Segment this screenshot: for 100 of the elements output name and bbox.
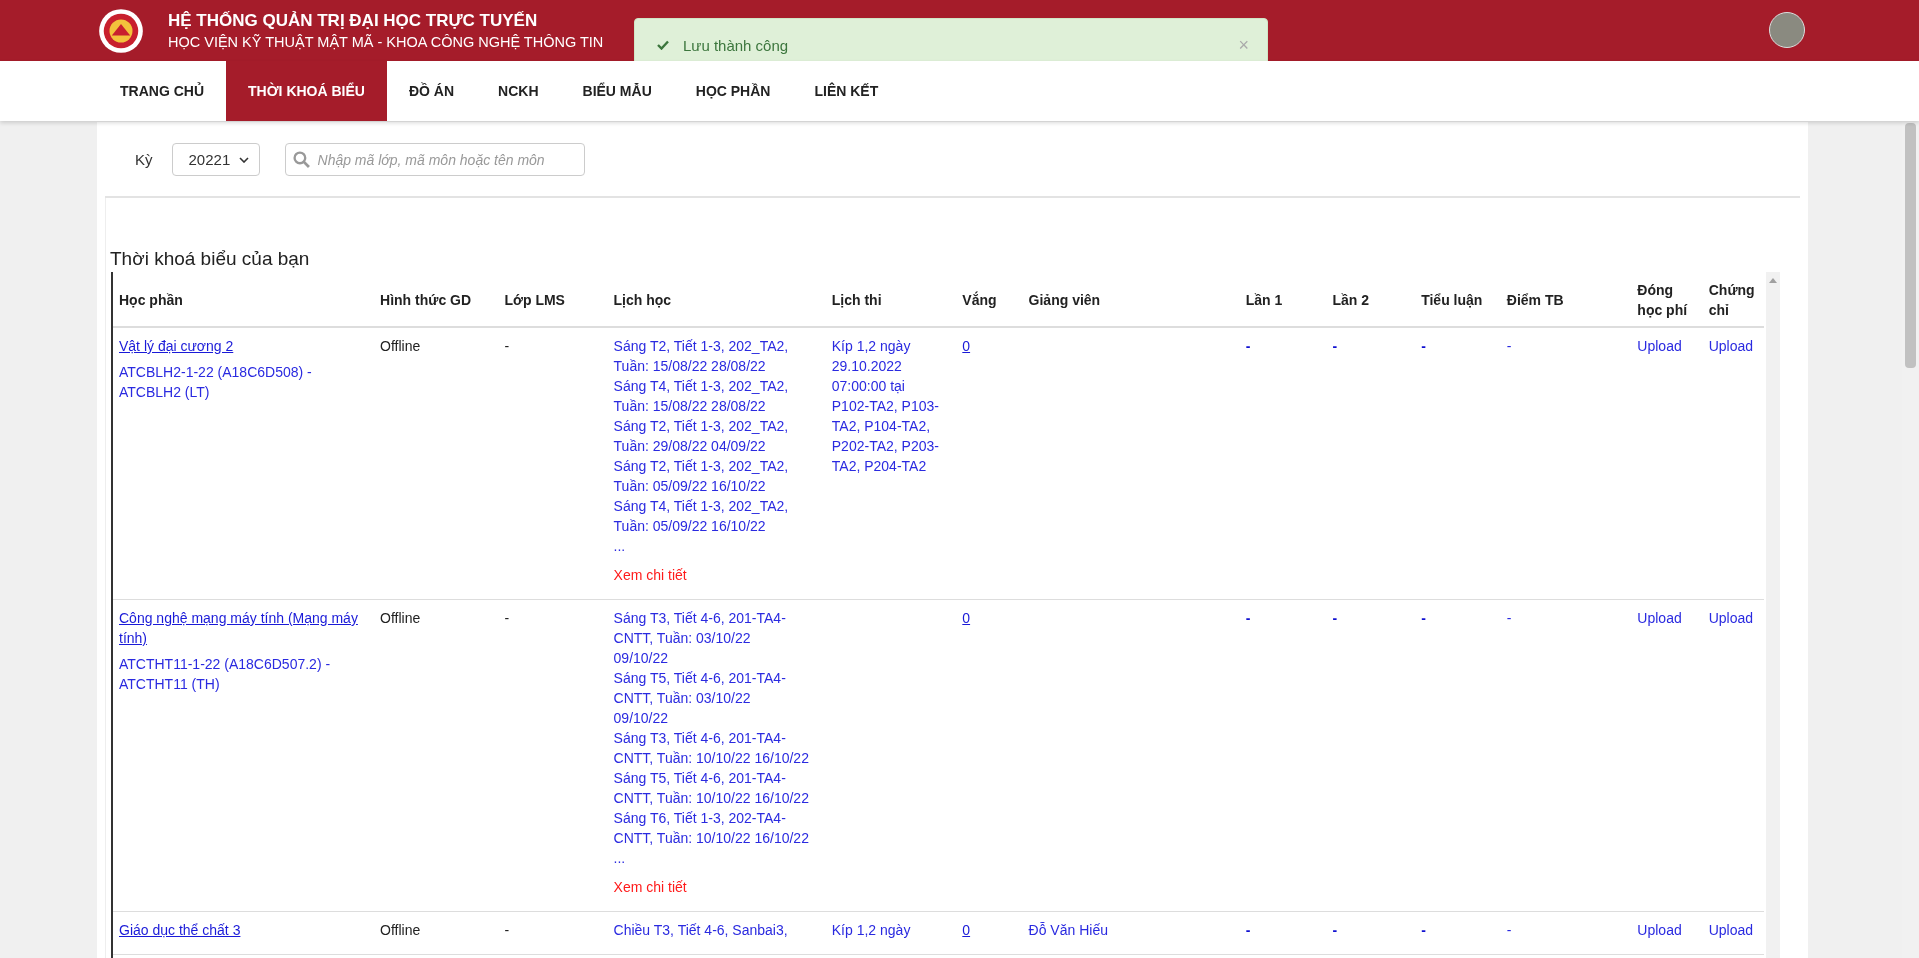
schedule-line: Tuần: 15/08/22 28/08/22 [613,397,767,416]
schedule-line: CNTT, Tuần: 03/10/22 [613,629,752,648]
upload-link[interactable]: Upload [1637,922,1682,938]
schedule-line: 09/10/22 [613,709,670,728]
column-header: Giảng viên [1022,272,1240,327]
score-value: - [1245,338,1251,354]
class-code: ATCBLH2-1-22 (A18C6D508) - ATCBLH2 (LT) [119,363,313,402]
score-value: - [1245,610,1251,626]
teaching-mode: Offline [380,610,421,626]
column-header: Lớp LMS [498,272,608,327]
schedule-line: CNTT, Tuần: 03/10/22 [613,689,752,708]
lecturer-name: Đỗ Văn Hiếu [1028,922,1108,938]
search-field[interactable]: Nhập mã lớp, mã môn hoặc tên môn [284,143,585,176]
column-header: Tiểu luận [1415,272,1501,327]
up-arrow-icon[interactable] [1769,278,1777,283]
more-ellipsis: ... [613,537,627,556]
scrollbar[interactable] [1766,272,1780,958]
site-title: HỆ THỐNG QUẢN TRỊ ĐẠI HỌC TRỰC TUYẾN [168,11,539,31]
column-header: Vắng [956,272,1023,327]
exam-line: TA2, P204-TA2 [831,457,928,476]
upload-link[interactable]: Upload [1637,610,1682,626]
schedule-line: Sáng T3, Tiết 4-6, 201-TA4- [613,609,787,628]
schedule-line: Sáng T6, Tiết 1-3, 202-TA4- [613,809,787,828]
schedule-line: Tuần: 05/09/22 16/10/22 [613,517,767,536]
score-value: - [1332,922,1338,938]
teaching-mode: Offline [380,338,421,354]
column-header: Chứng chỉ [1702,272,1764,327]
schedule-line: Sáng T5, Tiết 4-6, 201-TA4- [613,669,787,688]
more-ellipsis: ... [613,849,627,868]
essay-score: - [1421,338,1426,354]
schedule-line: 09/10/22 [613,649,670,668]
schedule-line: Tuần: 29/08/22 04/09/22 [613,437,767,456]
schedule-line: Chiều T3, Tiết 4-6, Sanbai3, [613,921,789,940]
schedule-line: CNTT, Tuần: 10/10/22 16/10/22 [613,829,810,848]
nav-tab[interactable]: NCKH [476,61,561,121]
nav-tab[interactable]: THỜI KHOÁ BIỂU [226,61,387,121]
exam-line: P102-TA2, P103- [831,397,940,416]
schedule-line: Sáng T2, Tiết 1-3, 202_TA2, [613,337,790,356]
upload-link[interactable]: Upload [1708,610,1754,626]
score-value: - [1332,610,1338,626]
term-label: Kỳ [135,151,153,168]
details-link[interactable]: Xem chi tiết [613,877,687,897]
nav-tab[interactable]: BIỂU MẪU [560,61,674,121]
schedule-line: CNTT, Tuần: 10/10/22 16/10/22 [613,789,810,808]
course-link[interactable]: Công nghệ mạng máy tính (Mạng máy tính) [119,608,369,648]
site-subtitle: HỌC VIỆN KỸ THUẬT MẬT MÃ - KHOA CÔNG NGHỆ THÔNG TIN [168,34,604,50]
schedule-line: Sáng T3, Tiết 4-6, 201-TA4- [613,729,787,748]
exam-line: P202-TA2, P203- [831,437,940,456]
lms-class: - [504,610,510,626]
schedule-line: Tuần: 15/08/22 28/08/22 [613,357,767,376]
absence-count-link[interactable]: 0 [962,608,971,628]
lms-class: - [504,338,510,354]
schedule-line: Sáng T5, Tiết 4-6, 201-TA4- [613,769,787,788]
schedule-line: Sáng T2, Tiết 1-3, 202_TA2, [613,457,790,476]
column-header: Lịch thi [825,272,957,327]
column-header: Lịch học [607,272,826,327]
exam-line: Kíp 1,2 ngày [831,921,912,940]
lms-class: - [504,922,510,938]
exam-line: TA2, P104-TA2, [831,417,932,436]
essay-score: - [1421,610,1426,626]
column-header: Điểm TB [1500,272,1632,327]
column-header: Hình thức GD [374,272,499,327]
nav-tab[interactable]: HỌC PHẦN [673,61,793,121]
schedule-line: Sáng T4, Tiết 1-3, 202_TA2, [613,497,790,516]
upload-link[interactable]: Upload [1637,338,1682,354]
details-link[interactable]: Xem chi tiết [613,565,687,585]
schedule-line: Sáng T4, Tiết 1-3, 202_TA2, [613,377,790,396]
average-score: - [1506,338,1512,354]
essay-score: - [1421,922,1426,938]
crest-logo-icon [98,7,144,54]
nav-tab[interactable]: ĐỒ ÁN [386,61,477,121]
toast-message: Lưu thành công [683,36,790,54]
upload-link[interactable]: Upload [1708,922,1754,938]
exam-line: 29.10.2022 [831,357,903,376]
absence-count-link[interactable]: 0 [962,920,971,940]
caret-icon [238,156,249,163]
teaching-mode: Offline [380,922,421,938]
score-value: - [1245,922,1251,938]
schedule-line: CNTT, Tuần: 10/10/22 16/10/22 [613,749,810,768]
section-title: Thời khoá biểu của bạn [109,247,311,271]
exam-line: 07:00:00 tại [831,377,906,396]
nav-tab[interactable]: LIÊN KẾT [792,61,901,121]
column-header: Đóng học phí [1631,272,1703,327]
term-select[interactable]: 20221 [171,143,260,176]
course-link[interactable]: Vật lý đại cương 2 [119,336,234,356]
absence-count-link[interactable]: 0 [962,336,971,356]
schedule-line: Sáng T2, Tiết 1-3, 202_TA2, [613,417,790,436]
average-score: - [1506,922,1512,938]
class-code: ATCTHT11-1-22 (A18C6D507.2) - ATCTHT11 (TH) [119,655,332,694]
exam-line: Kíp 1,2 ngày [831,337,912,356]
score-value: - [1332,338,1338,354]
course-link[interactable]: Giáo dục thể chất 3 [119,920,241,940]
upload-link[interactable]: Upload [1708,338,1754,354]
check-icon [657,40,669,50]
column-header: Học phần [113,272,375,327]
column-header: Lần 2 [1326,272,1416,327]
avatar-circle[interactable] [1769,12,1805,48]
nav-tab[interactable]: TRANG CHỦ [98,61,226,121]
average-score: - [1506,610,1512,626]
column-header: Lần 1 [1239,272,1327,327]
